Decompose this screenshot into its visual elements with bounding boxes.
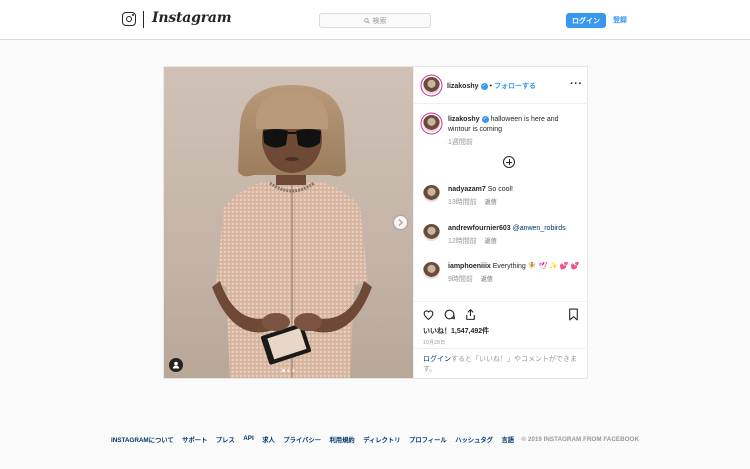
instagram-camera-icon[interactable] xyxy=(122,12,136,26)
share-icon[interactable] xyxy=(464,308,477,321)
footer: INSTAGRAMについて サポート プレス API 求人 プライバシー 利用規… xyxy=(111,435,639,444)
footer-link-privacy[interactable]: プライバシー xyxy=(283,435,321,444)
more-options-icon[interactable]: ··· xyxy=(570,78,583,90)
reply-button[interactable]: 返信 xyxy=(485,239,497,245)
post-card: lizakoshy ✓ • フォローする ··· lizakoshy ✓ hallowe… xyxy=(163,66,588,379)
footer-link-hashtags[interactable]: ハッシュタグ xyxy=(455,435,493,444)
post-header-line: lizakoshy ✓ • フォローする xyxy=(447,81,536,91)
post-date[interactable]: 10月28日 xyxy=(423,339,445,346)
footer-link-directory[interactable]: ディレクトリ xyxy=(363,435,400,444)
bookmark-icon[interactable] xyxy=(567,308,580,321)
comment-username[interactable]: iamphoeniiix xyxy=(448,263,491,270)
carousel-dot xyxy=(292,369,295,372)
comment-username[interactable]: andrewfournier603 xyxy=(448,225,511,232)
comment-username[interactable]: nadyazam7 xyxy=(448,186,486,193)
avatar[interactable] xyxy=(423,77,440,94)
carousel-dot xyxy=(282,369,285,372)
like-count[interactable]: いいね！1,547,492件 xyxy=(423,326,489,336)
next-slide-button[interactable] xyxy=(394,216,407,229)
caption-time[interactable]: 1週間前 xyxy=(448,138,583,148)
follow-button[interactable]: フォローする xyxy=(494,83,536,90)
post-author-username[interactable]: lizakoshy xyxy=(447,83,479,90)
footer-link-jobs[interactable]: 求人 xyxy=(262,435,275,444)
header-divider xyxy=(143,11,144,28)
comment-time[interactable]: 13時間前 xyxy=(448,199,477,206)
post-actions: いいね！1,547,492件 10月28日 ログインすると「いいね！」やコメント… xyxy=(414,301,588,378)
reply-button[interactable]: 返信 xyxy=(485,200,497,206)
login-button[interactable]: ログイン xyxy=(566,13,606,28)
comment-mention[interactable]: @anwen_robirds xyxy=(513,225,566,232)
copyright: © 2019 INSTAGRAM FROM FACEBOOK xyxy=(521,436,639,443)
avatar[interactable] xyxy=(423,185,440,202)
login-prompt: ログインすると「いいね！」やコメントができます。 xyxy=(414,348,588,381)
footer-link-profiles[interactable]: プロフィール xyxy=(409,435,447,444)
verified-badge-icon: ✓ xyxy=(481,115,489,123)
comment-emoji: 🧚 🕊 ✨ 💕 💕 xyxy=(527,263,580,270)
footer-link-terms[interactable]: 利用規約 xyxy=(330,435,355,444)
post-sidebar: lizakoshy ✓ • フォローする ··· lizakoshy ✓ hallowe… xyxy=(413,67,588,378)
search-placeholder: 検索 xyxy=(372,17,387,25)
heart-icon[interactable] xyxy=(422,308,435,321)
post-image xyxy=(212,85,372,378)
carousel-indicator xyxy=(282,369,295,372)
top-nav: Instagram 検索 ログイン 登録 xyxy=(0,0,750,40)
footer-link-support[interactable]: サポート xyxy=(182,435,207,444)
dot-separator: • xyxy=(489,83,492,90)
avatar[interactable] xyxy=(423,224,440,241)
footer-link-about[interactable]: INSTAGRAMについて xyxy=(111,435,174,444)
search-input[interactable]: 検索 xyxy=(319,13,431,28)
user-tags-button[interactable] xyxy=(169,358,183,372)
comment-text: So cool! xyxy=(487,186,513,193)
carousel-dot xyxy=(287,369,290,372)
load-more-comments-icon[interactable] xyxy=(503,156,515,168)
avatar[interactable] xyxy=(423,115,440,132)
comment-item: andrewfournier603 @anwen_robirds 12時間前 返信 xyxy=(423,224,583,254)
reply-button[interactable]: 返信 xyxy=(481,277,493,283)
footer-link-language[interactable]: 言語 xyxy=(501,435,514,444)
signup-link[interactable]: 登録 xyxy=(613,15,627,25)
footer-link-api[interactable]: API xyxy=(243,435,254,444)
comment-text: Everything xyxy=(492,263,526,270)
post-header: lizakoshy ✓ • フォローする ··· xyxy=(414,67,588,104)
search-icon xyxy=(363,17,370,24)
footer-links: INSTAGRAMについて サポート プレス API 求人 プライバシー 利用規… xyxy=(111,435,514,444)
post-photo[interactable] xyxy=(164,67,413,378)
comment-item: iamphoeniiix Everything 🧚 🕊 ✨ 💕 💕 9時間前 返信 xyxy=(423,262,583,298)
chevron-right-icon xyxy=(398,219,403,226)
comment-time[interactable]: 12時間前 xyxy=(448,238,477,245)
caption-username[interactable]: lizakoshy xyxy=(448,116,480,123)
comment-icon[interactable] xyxy=(443,308,456,321)
comment-item: nadyazam7 So cool! 13時間前 返信 xyxy=(423,185,583,215)
avatar[interactable] xyxy=(423,262,440,279)
footer-link-press[interactable]: プレス xyxy=(216,435,235,444)
verified-badge-icon: ✓ xyxy=(480,82,488,90)
comment-time[interactable]: 9時間前 xyxy=(448,276,473,283)
person-icon xyxy=(172,361,180,369)
login-prompt-link[interactable]: ログイン xyxy=(423,356,451,363)
caption: lizakoshy ✓ halloween is here and wintour… xyxy=(423,115,583,175)
instagram-logo[interactable]: Instagram xyxy=(152,10,232,26)
